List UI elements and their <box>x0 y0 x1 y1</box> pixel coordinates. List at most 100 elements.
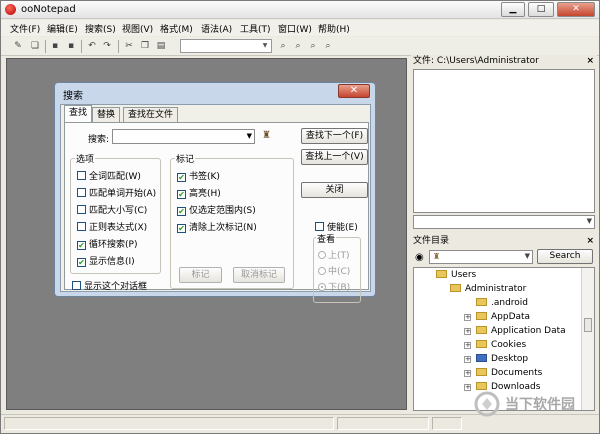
save-icon[interactable]: ▪ <box>49 40 61 52</box>
tree-item[interactable]: + Documents <box>464 368 542 378</box>
open-file-icon[interactable]: ❏ <box>29 40 41 52</box>
view-down-radio[interactable]: 下(B) <box>318 280 350 293</box>
paste-icon[interactable]: ▤ <box>155 40 167 52</box>
dialog-body: 查找 替换 查找在文件 搜索: ▼ ♜ 查找下一个(F) 查找上一个(V) 关闭… <box>60 104 371 303</box>
tree-item[interactable]: + AppData <box>464 312 530 322</box>
checkbox[interactable] <box>315 222 324 231</box>
tab-replace[interactable]: 替换 <box>92 107 121 122</box>
status-cell <box>337 417 429 430</box>
checkbox[interactable] <box>77 205 86 214</box>
menu-file[interactable]: 文件(F) <box>10 22 40 35</box>
expand-icon[interactable]: + <box>464 328 471 335</box>
binoculars-icon: ♜ <box>433 252 441 261</box>
new-file-icon[interactable]: ✎ <box>12 40 24 52</box>
checkbox-checked[interactable]: ✔ <box>177 224 186 233</box>
mark-clear-previous[interactable]: ✔ 清除上次标记(N) <box>177 220 257 233</box>
find-prev-button[interactable]: 查找上一个(V) <box>301 149 368 165</box>
mark-selection-only[interactable]: ✔ 仅选定范围内(S) <box>177 203 256 216</box>
menu-format[interactable]: 格式(M) <box>160 22 193 35</box>
checkbox-checked[interactable]: ✔ <box>77 258 86 267</box>
view-up-radio[interactable]: 上(T) <box>318 248 350 261</box>
menu-syntax[interactable]: 语法(A) <box>201 22 232 35</box>
menu-view[interactable]: 视图(V) <box>122 22 153 35</box>
mark-group: 标记 ✔ 书签(K) ✔ 高亮(H) ✔ 仅选定范围内(S) ✔ 清除上次标记(N) 标… <box>170 152 294 289</box>
options-group-label: 选项 <box>75 152 96 165</box>
search-dialog: 搜索 ✕ 查找 替换 查找在文件 搜索: ▼ ♜ 查找下一个(F) 查找上一个(… <box>54 82 376 303</box>
dialog-close-button[interactable]: ✕ <box>338 84 370 98</box>
status-cell <box>4 417 334 430</box>
mark-highlight[interactable]: ✔ 高亮(H) <box>177 186 221 199</box>
maximize-button[interactable]: □ <box>528 2 554 17</box>
option-match-case[interactable]: 匹配大小写(C) <box>77 203 147 216</box>
option-regex[interactable]: 正则表达式(X) <box>77 220 147 233</box>
options-group: 选项 全词匹配(W) 匹配单词开始(A) 匹配大小写(C) 正则表达式(X) ✔… <box>70 152 161 274</box>
file-panel-title: 文件: C:\Users\Administrator <box>413 56 539 66</box>
tree-path-dropdown[interactable]: ♜ ▼ <box>429 250 533 264</box>
checkbox-checked[interactable]: ✔ <box>77 241 86 250</box>
checkbox-checked[interactable]: ✔ <box>177 190 186 199</box>
drive-icon[interactable]: ◉ <box>415 252 424 263</box>
expand-icon[interactable]: + <box>464 370 471 377</box>
search-button[interactable]: Search <box>537 249 593 264</box>
undo-icon[interactable]: ↶ <box>86 40 98 52</box>
folder-icon <box>436 270 447 278</box>
folder-icon <box>450 284 461 292</box>
expand-icon[interactable]: + <box>464 356 471 363</box>
option-wrap-search[interactable]: ✔ 循环搜索(P) <box>77 237 137 250</box>
mark-bookmark[interactable]: ✔ 书签(K) <box>177 169 220 182</box>
expand-icon[interactable]: + <box>464 314 471 321</box>
close-dialog-button[interactable]: 关闭 <box>301 182 368 198</box>
option-show-info[interactable]: ✔ 显示信息(I) <box>77 254 135 267</box>
menu-window[interactable]: 窗口(W) <box>278 22 312 35</box>
tab-find[interactable]: 查找 <box>64 105 93 123</box>
view-middle-radio[interactable]: 中(C) <box>318 264 350 277</box>
checkbox-checked[interactable]: ✔ <box>177 173 186 182</box>
window-title: ooNotepad <box>21 4 76 15</box>
file-tree-header: 文件目录 × <box>411 235 597 248</box>
tree-item[interactable]: + Application Data <box>464 326 566 336</box>
file-panel-dropdown[interactable]: ▼ <box>413 215 595 229</box>
close-button[interactable]: ✕ <box>557 2 595 17</box>
mark-button[interactable]: 标记 <box>179 267 222 283</box>
menu-tools[interactable]: 工具(T) <box>240 22 271 35</box>
expand-icon[interactable]: + <box>464 384 471 391</box>
save-all-icon[interactable]: ▪ <box>65 40 77 52</box>
binoculars-icon[interactable]: ♜ <box>262 130 271 141</box>
find-next-icon[interactable]: ⌕ <box>292 40 304 52</box>
option-word-start[interactable]: 匹配单词开始(A) <box>77 186 156 199</box>
tree-item[interactable]: Administrator <box>450 284 526 294</box>
tab-find-in-files[interactable]: 查找在文件 <box>123 107 179 122</box>
replace-icon[interactable]: ⌕ <box>307 40 319 52</box>
tree-item[interactable]: + Cookies <box>464 340 526 350</box>
menu-help[interactable]: 帮助(H) <box>318 22 350 35</box>
cut-icon[interactable]: ✂ <box>123 40 135 52</box>
find-next-button[interactable]: 查找下一个(F) <box>301 128 368 144</box>
option-whole-word[interactable]: 全词匹配(W) <box>77 169 141 182</box>
show-dialog-checkbox[interactable]: 显示这个对话框 <box>72 279 147 292</box>
expand-icon[interactable]: + <box>464 342 471 349</box>
tree-item[interactable]: .android <box>476 298 528 308</box>
chevron-down-icon: ▼ <box>586 217 592 225</box>
toolbar-dropdown[interactable]: ▼ <box>180 39 272 53</box>
minimize-button[interactable]: ▁ <box>501 2 525 17</box>
close-icon[interactable]: × <box>586 55 594 68</box>
checkbox[interactable] <box>77 171 86 180</box>
menu-edit[interactable]: 编辑(E) <box>47 22 78 35</box>
copy-icon[interactable]: ❐ <box>139 40 151 52</box>
checkbox[interactable] <box>72 281 81 290</box>
menu-search[interactable]: 搜索(S) <box>85 22 116 35</box>
scrollbar-thumb[interactable] <box>584 318 592 332</box>
close-icon[interactable]: × <box>586 235 594 248</box>
tree-item[interactable]: + Desktop <box>464 354 528 364</box>
unmark-button[interactable]: 取消标记 <box>233 267 285 283</box>
find-in-files-icon[interactable]: ⌕ <box>322 40 334 52</box>
file-panel-content[interactable] <box>413 69 595 213</box>
tree-item[interactable]: Users <box>436 270 476 280</box>
checkbox[interactable] <box>77 188 86 197</box>
checkbox-checked[interactable]: ✔ <box>177 207 186 216</box>
find-icon[interactable]: ⌕ <box>277 40 289 52</box>
checkbox[interactable] <box>77 222 86 231</box>
status-cell <box>432 417 462 430</box>
search-input[interactable]: ▼ <box>112 129 255 144</box>
redo-icon[interactable]: ↷ <box>101 40 113 52</box>
